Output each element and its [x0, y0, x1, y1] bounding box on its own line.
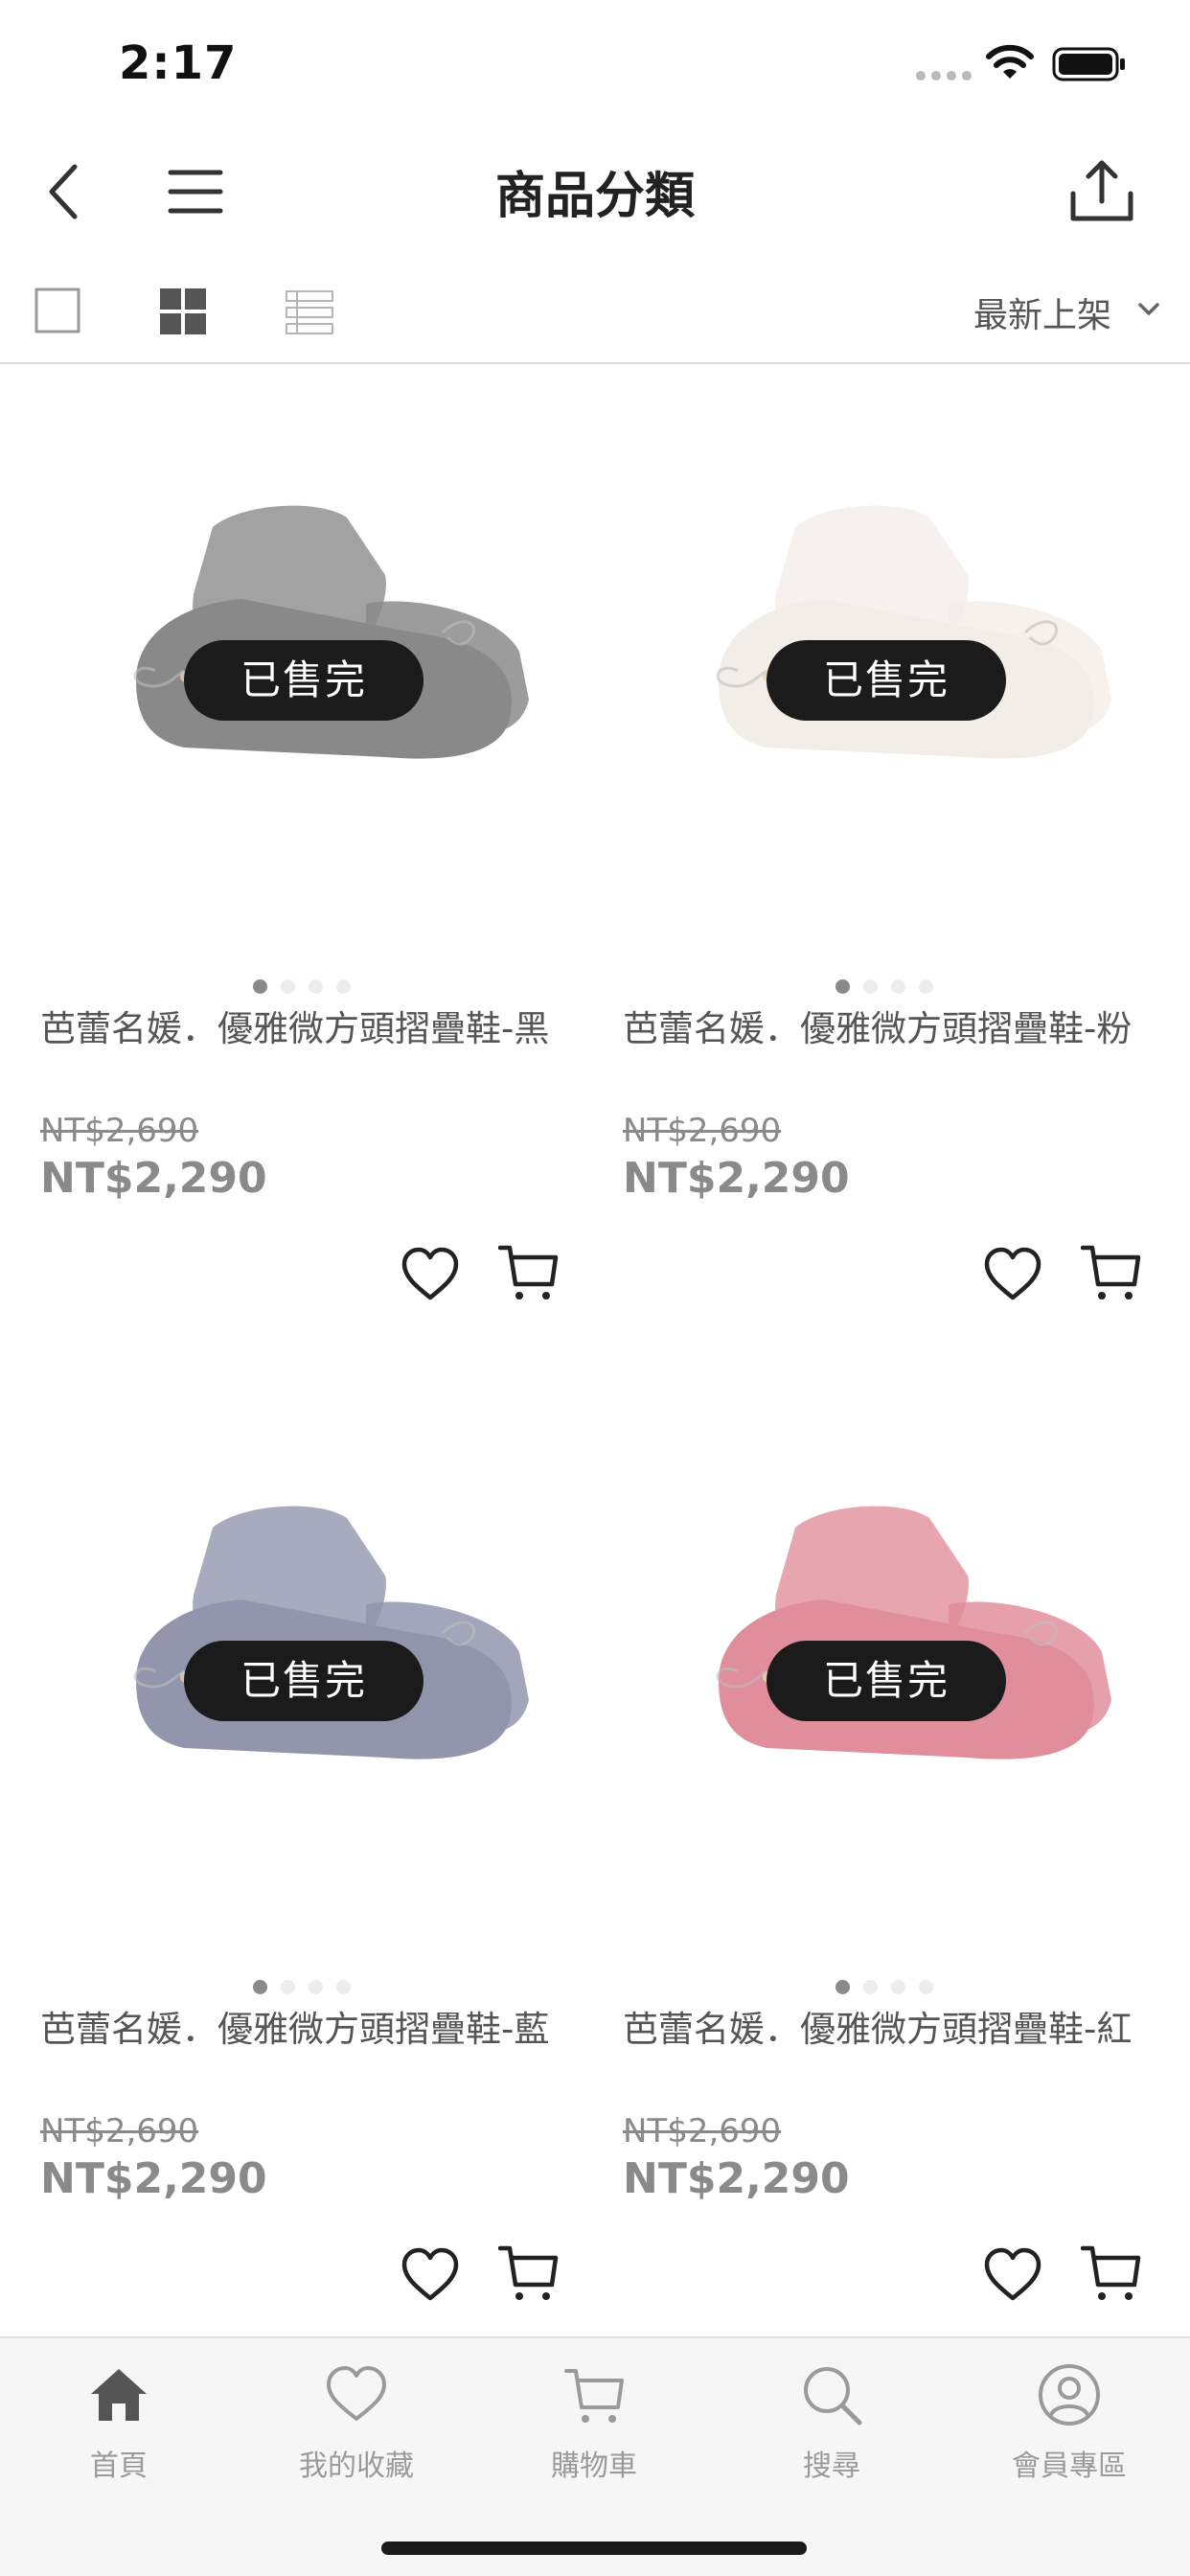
tab-label: 會員專區: [1012, 2450, 1127, 2483]
original-price: NT$2,690: [40, 2112, 199, 2150]
tab-bar: 首頁 我的收藏 購物車 搜尋 會員專區: [0, 2336, 1190, 2576]
pagination-dot: [309, 1980, 323, 1994]
pagination-dot: [253, 979, 267, 994]
battery-icon: [1052, 47, 1125, 81]
pagination-dot: [835, 1980, 850, 1994]
pagination-dot: [253, 1980, 267, 1994]
view-toolbar: 最新上架: [0, 268, 1190, 364]
image-pagination-dots: [835, 979, 933, 994]
shoe-image: [716, 505, 1111, 759]
navigation-bar: 商品分類: [0, 134, 1190, 249]
heart-icon[interactable]: [983, 1246, 1042, 1303]
pagination-dot: [891, 979, 905, 994]
page-title: 商品分類: [494, 168, 695, 225]
shoe-image: [133, 505, 529, 759]
tab-cart[interactable]: 購物車: [475, 2361, 713, 2496]
tab-label: 購物車: [551, 2450, 637, 2483]
product-name[interactable]: 芭蕾名媛．優雅微方頭摺疊鞋-藍: [40, 2007, 577, 2053]
home-indicator: [381, 2542, 807, 2555]
sold-out-badge: 已售完: [184, 1641, 423, 1721]
original-price: NT$2,690: [40, 1112, 199, 1150]
sold-out-badge: 已售完: [767, 640, 1006, 721]
pagination-dot: [891, 1980, 905, 1994]
sold-out-badge: 已售完: [184, 640, 423, 721]
pagination-dot: [336, 979, 351, 994]
heart-icon[interactable]: [983, 2246, 1042, 2304]
pagination-dot: [919, 1980, 933, 1994]
product-card[interactable]: 已售完 芭蕾名媛．優雅微方頭摺疊鞋-紅 NT$2,690 NT$2,290: [623, 1374, 1190, 2361]
sale-price: NT$2,290: [40, 1154, 267, 1203]
heart-icon[interactable]: [400, 2246, 460, 2304]
sale-price: NT$2,290: [623, 2154, 850, 2203]
home-icon: [91, 2369, 147, 2421]
image-pagination-dots: [253, 979, 351, 994]
product-card[interactable]: 已售完 芭蕾名媛．優雅微方頭摺疊鞋-黑 NT$2,690 NT$2,290: [40, 374, 615, 1361]
wifi-icon: [986, 44, 1034, 79]
tab-home[interactable]: 首頁: [0, 2361, 238, 2496]
cart-icon[interactable]: [1081, 2242, 1142, 2304]
search-icon: [804, 2367, 862, 2426]
cart-icon[interactable]: [1081, 1242, 1142, 1303]
pagination-dot: [336, 1980, 351, 1994]
cart-icon[interactable]: [498, 1242, 560, 1303]
pagination-dot: [863, 979, 878, 994]
sale-price: NT$2,290: [623, 1154, 850, 1203]
pagination-dot: [309, 979, 323, 994]
product-name[interactable]: 芭蕾名媛．優雅微方頭摺疊鞋-黑: [40, 1006, 577, 1052]
cellular-signal-icon: [916, 71, 972, 80]
heart-icon: [327, 2366, 386, 2421]
tab-label: 我的收藏: [299, 2450, 414, 2483]
chevron-down-icon[interactable]: [1136, 297, 1161, 322]
product-card[interactable]: 已售完 芭蕾名媛．優雅微方頭摺疊鞋-藍 NT$2,690 NT$2,290: [40, 1374, 615, 2361]
shoe-image: [716, 1506, 1111, 1760]
image-pagination-dots: [835, 1980, 933, 1994]
cart-icon[interactable]: [498, 2242, 560, 2304]
status-time: 2:17: [119, 36, 238, 90]
tab-favorites[interactable]: 我的收藏: [238, 2361, 475, 2496]
shoe-image: [133, 1506, 529, 1760]
user-icon: [1039, 2364, 1100, 2426]
product-image[interactable]: 已售完: [623, 374, 1190, 939]
original-price: NT$2,690: [623, 2112, 782, 2150]
sort-dropdown[interactable]: 最新上架: [973, 288, 1111, 337]
grid-layout-icon[interactable]: [159, 288, 207, 335]
pagination-dot: [919, 979, 933, 994]
pagination-dot: [835, 979, 850, 994]
single-layout-icon[interactable]: [34, 288, 80, 334]
status-bar: 2:17: [0, 0, 1190, 125]
sold-out-badge: 已售完: [767, 1641, 1006, 1721]
tab-label: 首頁: [90, 2450, 148, 2483]
pagination-dot: [863, 1980, 878, 1994]
product-image[interactable]: 已售完: [40, 1374, 615, 1940]
product-card[interactable]: 已售完 芭蕾名媛．優雅微方頭摺疊鞋-粉 NT$2,690 NT$2,290: [623, 374, 1190, 1361]
heart-icon[interactable]: [400, 1246, 460, 1303]
sale-price: NT$2,290: [40, 2154, 267, 2203]
list-layout-icon[interactable]: [286, 289, 333, 335]
cart-icon: [564, 2369, 624, 2423]
pagination-dot: [281, 1980, 295, 1994]
product-name[interactable]: 芭蕾名媛．優雅微方頭摺疊鞋-紅: [623, 2007, 1159, 2053]
product-name[interactable]: 芭蕾名媛．優雅微方頭摺疊鞋-粉: [623, 1006, 1159, 1052]
tab-label: 搜尋: [803, 2450, 860, 2483]
pagination-dot: [281, 979, 295, 994]
original-price: NT$2,690: [623, 1112, 782, 1150]
product-image[interactable]: 已售完: [623, 1374, 1190, 1940]
share-icon[interactable]: [1067, 155, 1136, 224]
tab-search[interactable]: 搜尋: [713, 2361, 950, 2496]
image-pagination-dots: [253, 1980, 351, 1994]
product-image[interactable]: 已售完: [40, 374, 615, 939]
tab-member[interactable]: 會員專區: [950, 2361, 1188, 2496]
